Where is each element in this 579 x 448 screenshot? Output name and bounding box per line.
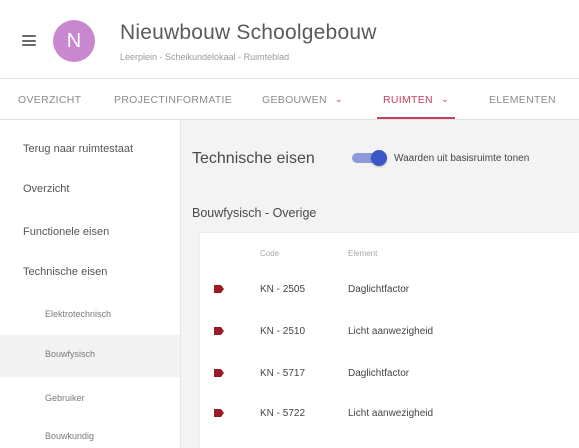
table-row[interactable]: KN - 2505 Daglichtfactor xyxy=(200,271,579,311)
sidebar-item-elektrotechnisch[interactable]: Elektrotechnisch xyxy=(0,302,180,332)
sidebar-item-bouwkundig[interactable]: Bouwkundig xyxy=(0,423,180,448)
section-title: Technische eisen xyxy=(192,150,315,167)
tab-label: OVERZICHT xyxy=(18,94,82,106)
hamburger-menu-icon[interactable] xyxy=(22,35,36,46)
tag-marker-icon xyxy=(214,369,224,377)
toggle-knob xyxy=(371,150,387,166)
sidebar: Terug naar ruimtestaat Overzicht Functio… xyxy=(0,120,181,448)
sidebar-item-label: Overzicht xyxy=(23,183,70,195)
tab-ruimten[interactable]: RUIMTEN ⌄ xyxy=(377,79,455,119)
row-element: Daglichtfactor xyxy=(348,368,410,379)
sidebar-item-functionele-eisen[interactable]: Functionele eisen xyxy=(0,220,180,250)
sidebar-item-technische-eisen[interactable]: Technische eisen xyxy=(0,260,180,290)
show-base-values-toggle[interactable] xyxy=(352,150,387,166)
row-code: KN - 5722 xyxy=(260,408,306,419)
column-header-element: Element xyxy=(348,249,378,258)
row-element: Licht aanwezigheid xyxy=(348,408,434,419)
row-code: KN - 5717 xyxy=(260,368,306,379)
tab-projectinformatie[interactable]: PROJECTINFORMATIE xyxy=(114,79,232,119)
project-avatar: N xyxy=(53,20,95,62)
breadcrumb: Leerplein - Scheikundelokaal - Ruimtebla… xyxy=(120,52,290,62)
sidebar-item-label: Bouwkundig xyxy=(45,431,95,441)
page-title: Nieuwbouw Schoolgebouw xyxy=(120,21,377,44)
tab-elementen[interactable]: ELEMENTEN xyxy=(489,79,556,119)
chevron-down-icon: ⌄ xyxy=(335,94,343,104)
row-element: Daglichtfactor xyxy=(348,284,410,295)
tab-label: GEBOUWEN xyxy=(262,94,327,106)
tab-overzicht[interactable]: OVERZICHT xyxy=(18,79,81,119)
row-code: KN - 2505 xyxy=(260,284,306,295)
chevron-down-icon: ⌄ xyxy=(441,94,449,104)
tag-marker-icon xyxy=(214,327,224,335)
sidebar-item-bouwfysisch[interactable]: Bouwfysisch xyxy=(0,335,180,377)
requirements-table: Code Element KN - 2505 Daglichtfactor KN… xyxy=(200,233,579,448)
tab-label: ELEMENTEN xyxy=(489,94,556,106)
sidebar-item-label: Terug naar ruimtestaat xyxy=(23,143,134,155)
main-content: Technische eisen Waarden uit basisruimte… xyxy=(181,120,579,448)
subsection-title: Bouwfysisch - Overige xyxy=(192,206,317,220)
sidebar-item-back[interactable]: Terug naar ruimtestaat xyxy=(0,138,180,168)
sidebar-item-label: Elektrotechnisch xyxy=(45,309,112,319)
tab-gebouwen[interactable]: GEBOUWEN ⌄ xyxy=(262,79,343,119)
sidebar-item-label: Gebruiker xyxy=(45,393,85,403)
tab-bar: OVERZICHT PROJECTINFORMATIE GEBOUWEN ⌄ R… xyxy=(0,79,579,120)
tab-label: PROJECTINFORMATIE xyxy=(114,94,233,106)
toggle-label: Waarden uit basisruimte tonen xyxy=(394,153,530,164)
sidebar-item-overzicht[interactable]: Overzicht xyxy=(0,178,180,208)
tag-marker-icon xyxy=(214,409,224,417)
table-row[interactable]: KN - 5722 Licht aanwezigheid xyxy=(200,395,579,435)
column-header-code: Code xyxy=(260,249,280,258)
tab-label: RUIMTEN xyxy=(383,94,433,106)
sidebar-item-label: Technische eisen xyxy=(23,266,108,278)
sidebar-item-label: Functionele eisen xyxy=(23,226,110,238)
sidebar-item-label: Bouwfysisch xyxy=(45,349,96,359)
row-code: KN - 2510 xyxy=(260,326,306,337)
app-header: N Nieuwbouw Schoolgebouw Leerplein - Sch… xyxy=(0,0,579,79)
sidebar-item-gebruiker[interactable]: Gebruiker xyxy=(0,386,180,416)
row-element: Licht aanwezigheid xyxy=(348,326,434,337)
table-row[interactable]: KN - 5717 Daglichtfactor xyxy=(200,355,579,395)
tag-marker-icon xyxy=(214,285,224,293)
table-row[interactable]: KN - 2510 Licht aanwezigheid xyxy=(200,313,579,353)
